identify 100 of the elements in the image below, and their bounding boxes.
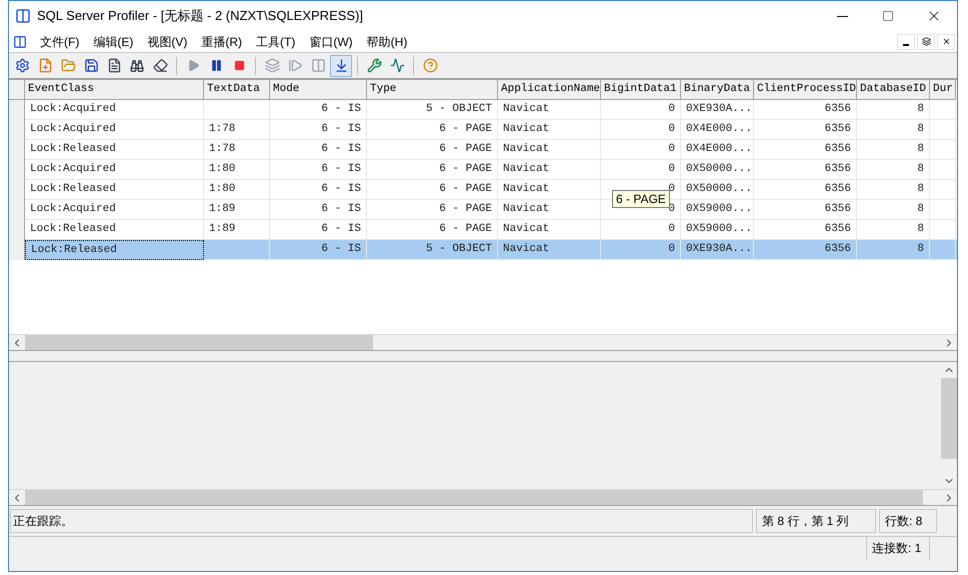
table-cell-text: 6 - IS (321, 202, 361, 218)
table-cell-text: 1:89 (209, 202, 236, 218)
menu-item[interactable]: 文件(F) (33, 32, 86, 50)
table-cell-text: Navicat (503, 202, 550, 218)
table-cell-text: 6 - PAGE (439, 122, 492, 138)
column-header[interactable]: EventClass (25, 80, 204, 100)
table-cell-text: 1:80 (209, 162, 236, 178)
document-icon (13, 34, 27, 48)
column-header[interactable]: BigintData1 (601, 80, 681, 100)
table-cell-text: 5 - OBJECT (426, 242, 492, 258)
help-icon (422, 58, 438, 73)
child-close-button[interactable] (937, 34, 955, 50)
menu-item[interactable]: 窗口(W) (302, 32, 360, 50)
table-row[interactable]: Lock:Acquired 1:80 6 - IS 6 - PAGE Navicat 0 0X50000... 6356 8 (9, 160, 957, 180)
menu-item[interactable]: 工具(T) (249, 32, 302, 50)
table-cell-text: 1:89 (209, 222, 236, 238)
table-cell-text: 0 (668, 162, 675, 178)
child-restore-button[interactable] (917, 34, 935, 50)
child-minimize-button[interactable] (897, 34, 915, 50)
app-icon (15, 8, 31, 24)
tooltip: 6 - PAGE (612, 190, 670, 208)
properties-icon (14, 58, 30, 73)
table-cell-text: 8 (917, 222, 924, 238)
table-row[interactable]: Lock:Released 1:89 6 - IS 6 - PAGE Navicat 0 0X59000... 6356 8 (9, 220, 957, 240)
table-cell-text: 1:78 (209, 122, 236, 138)
table-cell-text: 6 - IS (321, 162, 361, 178)
table-cell-text: 1:80 (209, 182, 236, 198)
table-cell-text: 8 (917, 162, 924, 178)
table-cell-text: 0 (668, 142, 675, 158)
windows-icon (264, 58, 280, 73)
table-cell-text: 0 (668, 122, 675, 138)
table-cell-text: Navicat (503, 102, 550, 118)
menu-item[interactable]: 编辑(E) (86, 32, 140, 50)
table-cell-text: 6356 (824, 102, 851, 118)
row-header[interactable] (9, 240, 25, 260)
table-cell-text: 0 (668, 242, 675, 258)
folder-icon (60, 58, 76, 73)
table-cell-text: Navicat (503, 122, 550, 138)
table-cell-text: 6 - IS (321, 242, 361, 258)
column-header[interactable]: Dur (930, 80, 956, 100)
table-cell-text: 6356 (824, 242, 851, 258)
table-cell-text: 6356 (824, 182, 851, 198)
row-count: 行数: 8 (879, 509, 937, 533)
table-cell-text: Navicat (503, 162, 550, 178)
table-cell-text: 0X59000... (686, 222, 752, 238)
table-cell-text: 5 - OBJECT (426, 102, 492, 118)
column-header[interactable]: TextData (204, 80, 270, 100)
column-header[interactable]: DatabaseID (857, 80, 930, 100)
restore-icon (922, 37, 930, 46)
table-cell-text: 8 (917, 122, 924, 138)
table-cell-text: 0X4E000... (686, 122, 752, 138)
table-row[interactable]: Lock:Acquired 6 - IS 5 - OBJECT Navicat 0 0XE930A... 6356 8 (9, 100, 957, 120)
save-icon (84, 58, 98, 73)
row-header[interactable] (9, 100, 25, 120)
table-row[interactable]: Lock:Released 6 - IS 5 - OBJECT Navicat 0 0XE930A... 6356 8 (9, 240, 957, 260)
column-header[interactable]: Type (367, 80, 498, 100)
table-cell-text: 0XE930A... (686, 102, 752, 118)
table-cell-text: Lock:Released (30, 142, 116, 158)
maximize-icon (882, 10, 894, 22)
table-cell-text: Lock:Acquired (30, 122, 116, 138)
menu-item[interactable]: 重播(R) (194, 32, 249, 50)
splitter-bar[interactable] (9, 350, 957, 362)
table-cell-text: 6356 (824, 162, 851, 178)
table-cell-text: Lock:Released (30, 182, 116, 198)
table-cell-text: 6 - IS (321, 102, 361, 118)
table-cell-text: 6 - IS (321, 222, 361, 238)
table-row[interactable]: Lock:Released 1:78 6 - IS 6 - PAGE Navicat 0 0X4E000... 6356 8 (9, 140, 957, 160)
table-cell-text: 0XE930A... (686, 242, 752, 258)
columns-icon (310, 58, 326, 73)
minimize-icon (903, 44, 909, 46)
autoscroll-icon (334, 58, 348, 73)
table-cell-text: 8 (917, 242, 924, 258)
table-cell-text: Lock:Released (31, 242, 117, 258)
table-cell-text: Navicat (503, 182, 550, 198)
table-cell-text: 6 - IS (321, 142, 361, 158)
table-cell-text: 6356 (824, 222, 851, 238)
column-header[interactable]: BinaryData (681, 80, 754, 100)
template-icon (106, 58, 122, 73)
table-cell-text: 6356 (824, 122, 851, 138)
table-cell-text: 6356 (824, 202, 851, 218)
toolbar-button[interactable] (330, 54, 352, 76)
horizontal-scrollbar[interactable] (9, 334, 957, 350)
new-file-icon (38, 58, 52, 73)
play-icon (186, 59, 200, 72)
table-row[interactable]: Lock:Acquired 1:78 6 - IS 6 - PAGE Navicat 0 0X4E000... 6356 8 (9, 120, 957, 140)
table-cell-text: 8 (917, 142, 924, 158)
table-cell-text: Lock:Acquired (30, 162, 116, 178)
menu-item[interactable]: 视图(V) (140, 32, 194, 50)
step-icon (288, 58, 302, 73)
scrollbar-thumb[interactable] (25, 335, 374, 350)
close-icon (942, 37, 950, 46)
column-header[interactable]: Mode (270, 80, 367, 100)
table-cell-text: 6 - PAGE (439, 202, 492, 218)
column-header[interactable]: ApplicationName (498, 80, 601, 100)
scrollbar-thumb[interactable] (941, 378, 957, 459)
menu-item[interactable]: 帮助(H) (360, 32, 414, 50)
table-cell-text: 0 (668, 222, 675, 238)
column-header[interactable]: ClientProcessID (754, 80, 857, 100)
table-cell-text: 6 - PAGE (439, 182, 492, 198)
table-cell-text: 0X4E000... (686, 142, 752, 158)
